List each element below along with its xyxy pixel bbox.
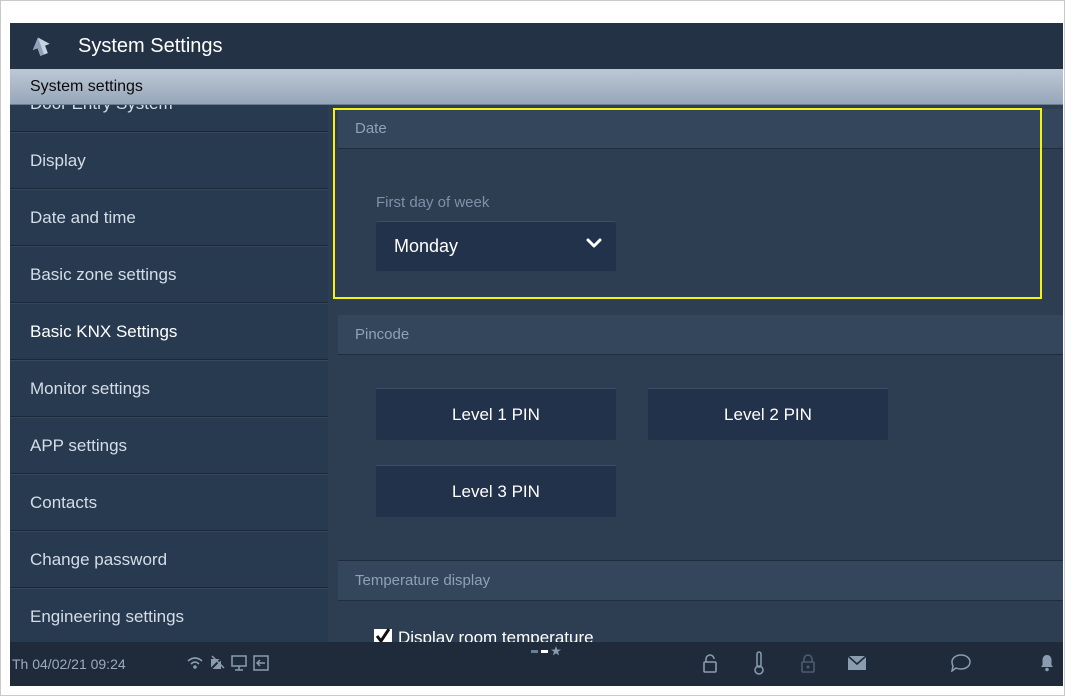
sidebar-item-door-entry-system[interactable]: Door Entry System [10,105,328,132]
level-2-pin-button[interactable]: Level 2 PIN [648,388,888,440]
sidebar-item-engineering-settings[interactable]: Engineering settings [10,588,328,642]
first-day-of-week-select[interactable]: Monday [376,221,616,271]
first-day-of-week-value: Monday [394,235,459,256]
checkbox-box[interactable] [374,628,392,642]
checkmark-icon [375,628,391,642]
back-arrow-icon [32,37,50,56]
screenshot-frame: System Settings System settings Door Ent… [0,0,1065,696]
locked-padlock-icon[interactable] [800,653,816,673]
page-dot-active [541,649,548,653]
thermometer-icon[interactable] [753,651,765,675]
section-header-date: Date [338,109,1063,149]
breadcrumb-label: System settings [30,77,143,95]
bell-icon[interactable] [1040,654,1054,672]
level-1-pin-button[interactable]: Level 1 PIN [376,388,616,440]
page-dot [531,649,538,653]
device-screen: System Settings System settings Door Ent… [10,23,1063,686]
page-title: System Settings [78,34,223,57]
app-header: System Settings [10,23,1063,69]
page-indicator [531,646,561,656]
sidebar: Door Entry System Display Date and time … [10,105,328,642]
lock-icon[interactable] [702,653,718,673]
chevron-down-icon [586,238,602,248]
back-button[interactable] [10,23,72,69]
first-day-of-week-label: First day of week [376,194,490,211]
sidebar-item-monitor-settings[interactable]: Monitor settings [10,360,328,417]
sidebar-item-contacts[interactable]: Contacts [10,474,328,531]
status-bar: Th 04/02/21 09:24 [10,642,1063,686]
sidebar-item-app-settings[interactable]: APP settings [10,417,328,474]
sidebar-item-display[interactable]: Display [10,132,328,189]
sidebar-item-basic-zone-settings[interactable]: Basic zone settings [10,246,328,303]
monitor-icon [231,655,247,671]
mail-icon[interactable] [848,656,866,670]
sidebar-item-date-and-time[interactable]: Date and time [10,189,328,246]
sidebar-item-change-password[interactable]: Change password [10,531,328,588]
exit-icon [253,655,269,671]
star-icon [551,646,561,656]
level-3-pin-button[interactable]: Level 3 PIN [376,465,616,517]
content-panel: Date First day of week Monday Pincode Le… [328,105,1063,642]
status-datetime: Th 04/02/21 09:24 [12,656,126,672]
mute-icon [209,655,225,671]
sidebar-item-basic-knx-settings[interactable]: Basic KNX Settings [10,303,328,360]
breadcrumb: System settings [10,69,1063,105]
section-header-pincode: Pincode [338,315,1063,355]
chat-icon[interactable] [951,654,971,672]
display-room-temperature-label: Display room temperature [398,628,594,642]
display-room-temperature-checkbox[interactable]: Display room temperature [374,628,594,642]
wifi-icon [187,657,203,669]
section-header-temperature-display: Temperature display [338,561,1063,601]
